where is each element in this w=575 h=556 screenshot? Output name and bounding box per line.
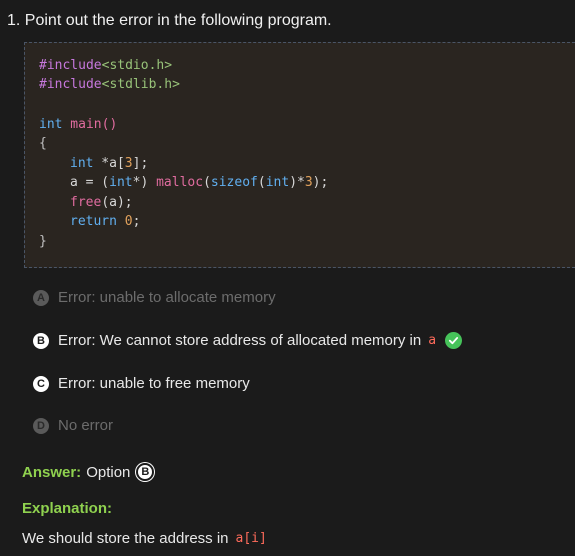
code-line-2: #include<stdlib.h> (39, 76, 180, 94)
code-token: ( (203, 175, 211, 190)
answer-letter-badge: B (136, 463, 155, 481)
code-token: #include (39, 77, 102, 92)
code-token: a = ( (70, 175, 110, 190)
inline-code: a (428, 333, 437, 348)
code-token: ; (132, 214, 141, 229)
check-circle-icon (445, 332, 463, 349)
code-token: int (39, 117, 63, 132)
code-token: 3 (304, 175, 313, 190)
code-line-7: free(a); (70, 194, 133, 212)
option-letter-badge: D (33, 417, 49, 434)
option-a[interactable]: A Error: unable to allocate memory (33, 289, 276, 306)
code-token: { (39, 136, 47, 151)
question-page: 1. Point out the error in the following … (0, 0, 575, 556)
code-token: (a); (101, 195, 133, 210)
code-line-4: { (39, 135, 47, 153)
option-text: Error: unable to free memory (58, 375, 250, 392)
code-token: 3 (124, 156, 133, 171)
code-token: ]; (132, 156, 149, 171)
code-line-8: return 0; (70, 213, 140, 231)
option-letter-badge: B (33, 332, 49, 349)
option-text: No error (58, 417, 114, 434)
code-token: free (70, 195, 102, 210)
code-token: return (70, 214, 117, 229)
code-token: <stdlib.h> (101, 77, 180, 92)
code-token: ( (257, 175, 266, 190)
code-token: <stdio.h> (101, 58, 173, 73)
code-token: *a[ (93, 156, 125, 171)
code-token: main() (62, 117, 118, 132)
code-token: #include (39, 58, 102, 73)
code-token: *) (132, 175, 157, 190)
inline-code: a[i] (235, 531, 267, 546)
code-token: 0 (116, 214, 133, 229)
answer-label: Answer: (22, 463, 82, 481)
code-token: int (70, 156, 94, 171)
code-line-6: a = (int*) malloc(sizeof(int)*3); (70, 174, 328, 192)
option-c[interactable]: C Error: unable to free memory (33, 375, 250, 392)
code-token: sizeof (210, 175, 258, 190)
code-block: #include<stdio.h> #include<stdlib.h> int… (24, 42, 575, 268)
code-line-1: #include<stdio.h> (39, 57, 172, 75)
option-letter-badge: A (33, 289, 49, 306)
code-token: } (39, 234, 47, 249)
option-text: Error: We cannot store address of alloca… (58, 332, 422, 349)
explanation-title: Explanation: (22, 500, 113, 517)
code-token: int (265, 175, 290, 190)
code-token: ); (312, 175, 329, 190)
option-letter-badge: C (33, 375, 49, 392)
code-token: int (109, 175, 133, 190)
question-title: 1. Point out the error in the following … (7, 12, 332, 29)
option-text: Error: unable to allocate memory (58, 289, 276, 306)
option-d[interactable]: D No error (33, 417, 113, 434)
code-line-3: int main() (39, 116, 117, 134)
answer-line: Answer: Option B (22, 463, 155, 481)
code-line-9: } (39, 233, 47, 251)
explanation-text: We should store the address in a[i] (22, 530, 267, 547)
code-token: )* (289, 175, 305, 190)
explanation-body: We should store the address in (22, 530, 229, 547)
code-line-5: int *a[3]; (70, 155, 148, 173)
code-token: malloc (156, 175, 204, 190)
option-b[interactable]: B Error: We cannot store address of allo… (33, 332, 463, 349)
answer-text: Option (86, 463, 131, 481)
